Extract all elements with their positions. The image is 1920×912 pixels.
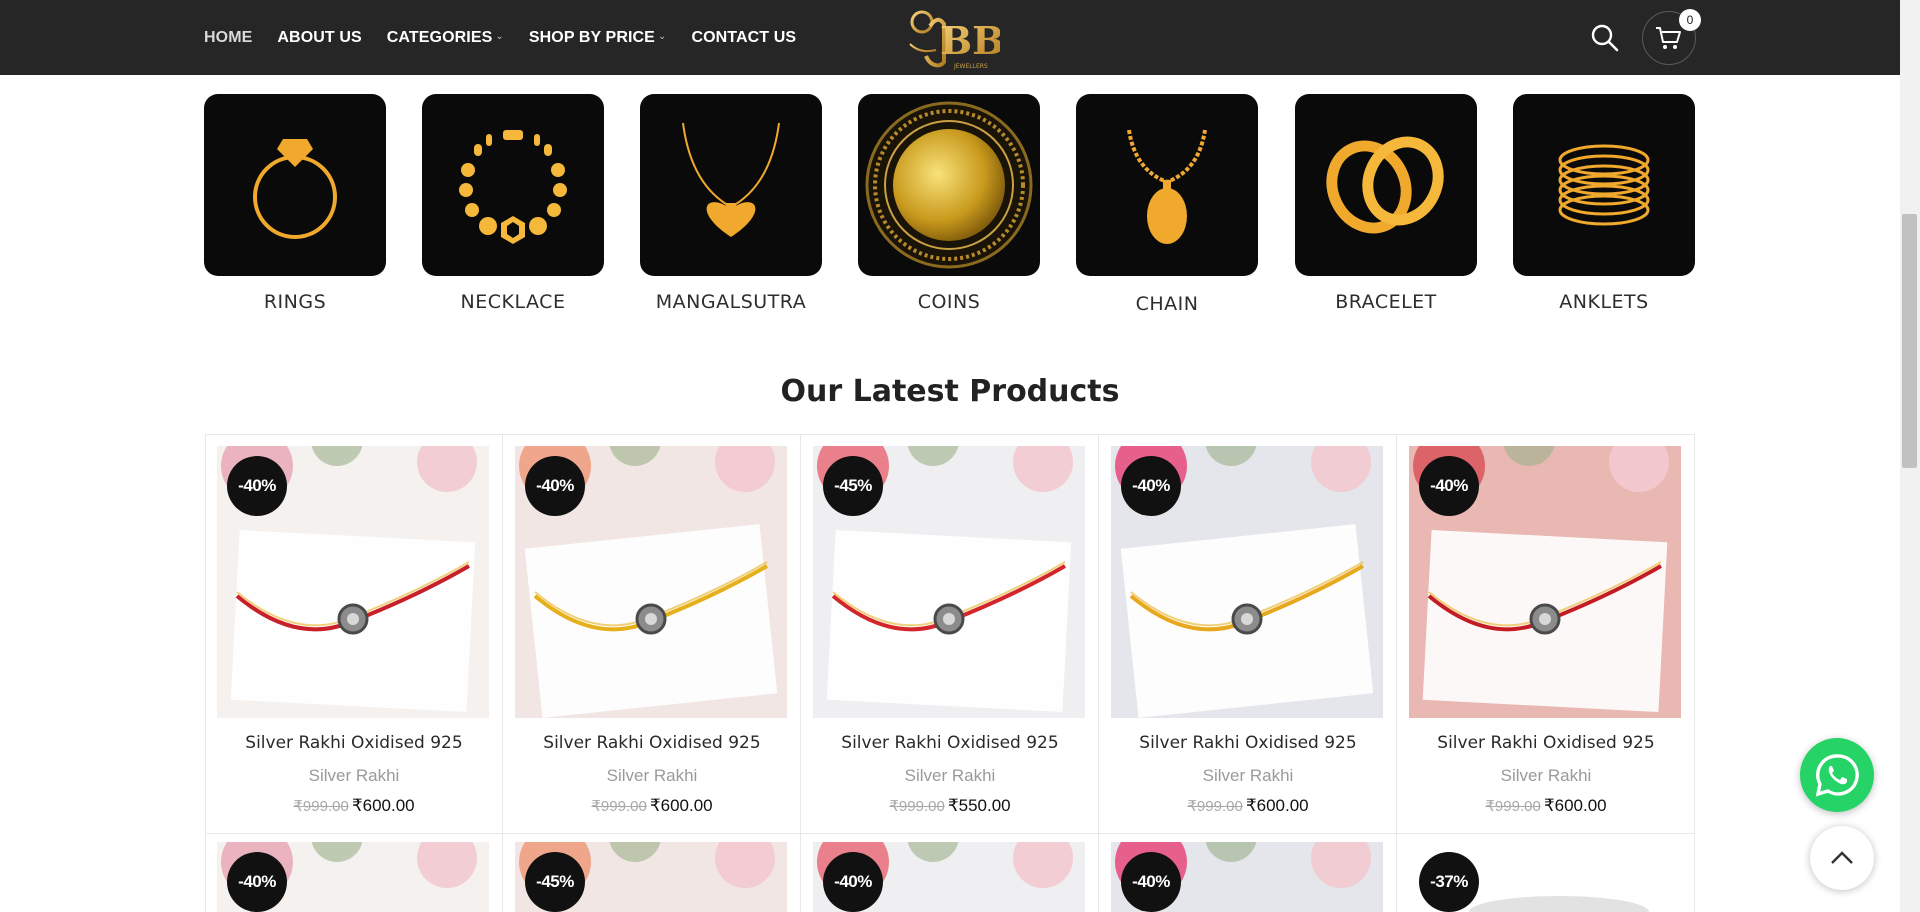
product-price: ₹999.00 ₹600.00: [205, 796, 503, 816]
product-price: ₹999.00 ₹600.00: [503, 796, 801, 816]
ring-icon: [204, 94, 386, 276]
discount-badge: -40%: [1419, 456, 1479, 516]
main-nav: HOME ABOUT US CATEGORIES ⌄ SHOP BY PRICE ⌄…: [204, 0, 796, 75]
discount-badge: -40%: [227, 456, 287, 516]
chain-icon: [1076, 94, 1258, 276]
product-category[interactable]: Silver Rakhi: [1099, 766, 1397, 786]
category-label: RINGS: [263, 291, 327, 313]
anklet-icon: [1513, 94, 1695, 276]
discount-badge: -40%: [227, 852, 287, 912]
product-card[interactable]: -45% Silver Rakhi Oxidised 925 Silver Rakh…: [801, 434, 1099, 834]
category-anklets[interactable]: ANKLETS: [1513, 94, 1695, 313]
sale-price: ₹550.00: [947, 796, 1011, 815]
bracelet-icon: [1295, 94, 1477, 276]
whatsapp-icon: [1815, 754, 1859, 797]
nav-categories[interactable]: CATEGORIES ⌄: [387, 29, 504, 47]
sale-price: ₹600.00: [351, 796, 415, 815]
category-label: COINS: [917, 291, 981, 313]
chevron-down-icon: ⌄: [495, 31, 504, 42]
product-card[interactable]: -45%: [503, 830, 801, 912]
coin-icon: [858, 94, 1040, 276]
product-card[interactable]: -40%: [1099, 830, 1397, 912]
product-name[interactable]: Silver Rakhi Oxidised 925: [1099, 733, 1397, 753]
category-label: NECKLACE: [460, 291, 566, 313]
product-price: ₹999.00 ₹600.00: [1397, 796, 1695, 816]
svg-text:BB: BB: [940, 18, 1000, 63]
chevron-up-icon: [1831, 851, 1853, 864]
product-name[interactable]: Silver Rakhi Oxidised 925: [1397, 733, 1695, 753]
section-title: Our Latest Products: [780, 374, 1120, 409]
discount-badge: -45%: [823, 456, 883, 516]
nav-about-us[interactable]: ABOUT US: [277, 29, 361, 47]
product-category[interactable]: Silver Rakhi: [801, 766, 1099, 786]
product-card[interactable]: -40%: [205, 830, 503, 912]
discount-badge: -45%: [525, 852, 585, 912]
category-bracelet[interactable]: BRACELET: [1295, 94, 1477, 313]
scroll-to-top-button[interactable]: [1810, 826, 1874, 890]
mangalsutra-icon: [640, 94, 822, 276]
product-price: ₹999.00 ₹550.00: [801, 796, 1099, 816]
nav-shop-by-price[interactable]: SHOP BY PRICE ⌄: [529, 29, 667, 47]
logo-subtitle: JEWELLERS: [953, 63, 988, 70]
site-header: HOME ABOUT US CATEGORIES ⌄ SHOP BY PRICE ⌄…: [0, 0, 1900, 75]
product-name[interactable]: Silver Rakhi Oxidised 925: [503, 733, 801, 753]
cart-icon: [1656, 27, 1681, 49]
category-mangalsutra[interactable]: MANGALSUTRA: [640, 94, 822, 313]
sale-price: ₹600.00: [1245, 796, 1309, 815]
old-price: ₹999.00: [1485, 798, 1541, 815]
discount-badge: -37%: [1419, 852, 1479, 912]
product-card[interactable]: -37%: [1397, 830, 1695, 912]
nav-home[interactable]: HOME: [204, 29, 252, 47]
product-card[interactable]: -40% Silver Rakhi Oxidised 925 Silver Rakh…: [205, 434, 503, 834]
category-chain[interactable]: CHAIN: [1076, 94, 1258, 315]
category-rings[interactable]: RINGS: [204, 94, 386, 313]
category-label: MANGALSUTRA: [655, 291, 807, 313]
product-card[interactable]: -40% Silver Rakhi Oxidised 925 Silver Rakh…: [1099, 434, 1397, 834]
necklace-icon: [422, 94, 604, 276]
product-name[interactable]: Silver Rakhi Oxidised 925: [205, 733, 503, 753]
chevron-down-icon: ⌄: [657, 31, 667, 42]
category-necklace[interactable]: NECKLACE: [422, 94, 604, 313]
product-category[interactable]: Silver Rakhi: [503, 766, 801, 786]
old-price: ₹999.00: [293, 798, 349, 815]
nav-contact-us[interactable]: CONTACT US: [691, 29, 796, 47]
scrollbar-thumb[interactable]: [1902, 214, 1917, 468]
search-icon[interactable]: [1590, 23, 1620, 53]
discount-badge: -40%: [1121, 456, 1181, 516]
discount-badge: -40%: [525, 456, 585, 516]
product-card[interactable]: -40% Silver Rakhi Oxidised 925 Silver Rakh…: [503, 434, 801, 834]
site-logo[interactable]: BB JEWELLERS: [900, 4, 1004, 72]
product-category[interactable]: Silver Rakhi: [205, 766, 503, 786]
sale-price: ₹600.00: [649, 796, 713, 815]
product-price: ₹999.00 ₹600.00: [1099, 796, 1397, 816]
discount-badge: -40%: [823, 852, 883, 912]
product-category[interactable]: Silver Rakhi: [1397, 766, 1695, 786]
product-name[interactable]: Silver Rakhi Oxidised 925: [801, 733, 1099, 753]
discount-badge: -40%: [1121, 852, 1181, 912]
product-card[interactable]: -40%: [801, 830, 1099, 912]
category-label: CHAIN: [1135, 293, 1199, 315]
category-coins[interactable]: COINS: [858, 94, 1040, 313]
category-label: BRACELET: [1335, 291, 1437, 313]
sale-price: ₹600.00: [1543, 796, 1607, 815]
category-label: ANKLETS: [1559, 291, 1649, 313]
cart-count-badge: 0: [1679, 9, 1701, 31]
old-price: ₹999.00: [1187, 798, 1243, 815]
old-price: ₹999.00: [591, 798, 647, 815]
old-price: ₹999.00: [889, 798, 945, 815]
product-card[interactable]: -40% Silver Rakhi Oxidised 925 Silver Rakh…: [1397, 434, 1695, 834]
whatsapp-button[interactable]: [1800, 738, 1874, 812]
